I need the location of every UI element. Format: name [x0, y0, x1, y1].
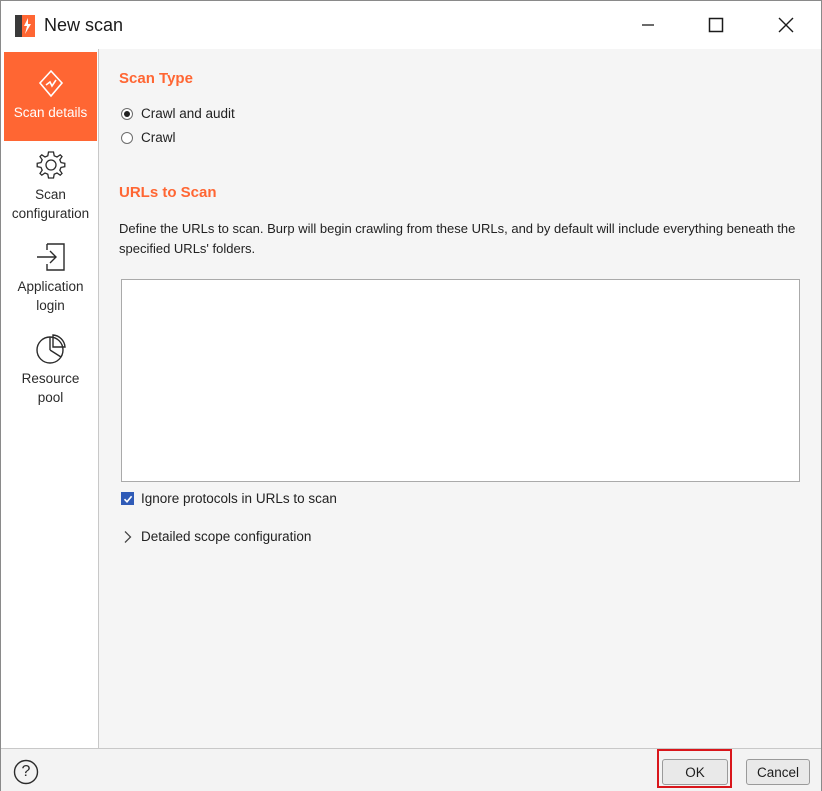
cancel-button[interactable]: Cancel [746, 759, 810, 785]
close-button[interactable] [751, 1, 821, 49]
checkmark-icon [123, 495, 132, 503]
detailed-scope-label: Detailed scope configuration [141, 529, 312, 544]
maximize-icon [708, 17, 724, 33]
burp-app-icon [15, 15, 37, 37]
close-icon [778, 17, 794, 33]
sidebar-item-scan-configuration[interactable]: Scan configuration [4, 149, 97, 229]
radio-label: Crawl and audit [141, 106, 235, 121]
new-scan-dialog: New scan Scan details Scan configuration [0, 0, 822, 791]
sidebar-item-application-login[interactable]: Application login [4, 241, 97, 321]
radio-crawl-and-audit[interactable]: Crawl and audit [121, 106, 235, 121]
window-title: New scan [44, 15, 124, 35]
radio-crawl[interactable]: Crawl [121, 130, 176, 145]
maximize-button[interactable] [681, 1, 751, 49]
sidebar-item-resource-pool[interactable]: Resource pool [4, 333, 97, 413]
pie-chart-icon [35, 334, 66, 364]
scan-type-heading: Scan Type [119, 70, 193, 87]
sidebar-nav: Scan details Scan configuration Applicat… [1, 49, 99, 748]
login-icon [36, 243, 65, 271]
urls-heading: URLs to Scan [119, 184, 217, 201]
urls-description: Define the URLs to scan. Burp will begin… [119, 221, 796, 256]
radio-label: Crawl [141, 130, 176, 145]
ignore-protocols-label: Ignore protocols in URLs to scan [141, 491, 337, 506]
help-label: ? [21, 763, 31, 780]
chevron-right-icon [124, 530, 132, 543]
help-button[interactable]: ? [13, 759, 39, 785]
detailed-scope-expander[interactable]: Detailed scope configuration [121, 529, 311, 544]
sidebar-item-label: configuration [11, 206, 90, 221]
ignore-protocols-option[interactable]: Ignore protocols in URLs to scan [121, 491, 337, 506]
gear-icon [36, 151, 65, 179]
dialog-footer: ? OK Cancel [1, 748, 821, 791]
minimize-icon [642, 24, 654, 26]
urls-textarea[interactable] [121, 279, 800, 482]
ignore-protocols-checkbox[interactable] [121, 492, 134, 505]
minimize-button[interactable] [613, 1, 683, 49]
title-bar[interactable]: New scan [1, 1, 821, 50]
sidebar-item-label: pool [37, 390, 64, 405]
sidebar-item-label: Resource [21, 371, 80, 386]
sidebar-item-scan-details[interactable]: Scan details [4, 52, 97, 141]
scan-details-panel: Scan Type Crawl and audit Crawl URLs to … [99, 49, 821, 748]
ok-button[interactable]: OK [662, 759, 728, 785]
sidebar-item-label: Scan [35, 187, 66, 202]
sidebar-item-label: Application [17, 279, 84, 294]
radio-button[interactable] [121, 131, 133, 144]
scan-details-icon [38, 69, 63, 98]
radio-button-selected[interactable] [121, 107, 133, 120]
sidebar-item-label: Scan details [13, 105, 88, 120]
sidebar-item-label: login [36, 298, 65, 313]
